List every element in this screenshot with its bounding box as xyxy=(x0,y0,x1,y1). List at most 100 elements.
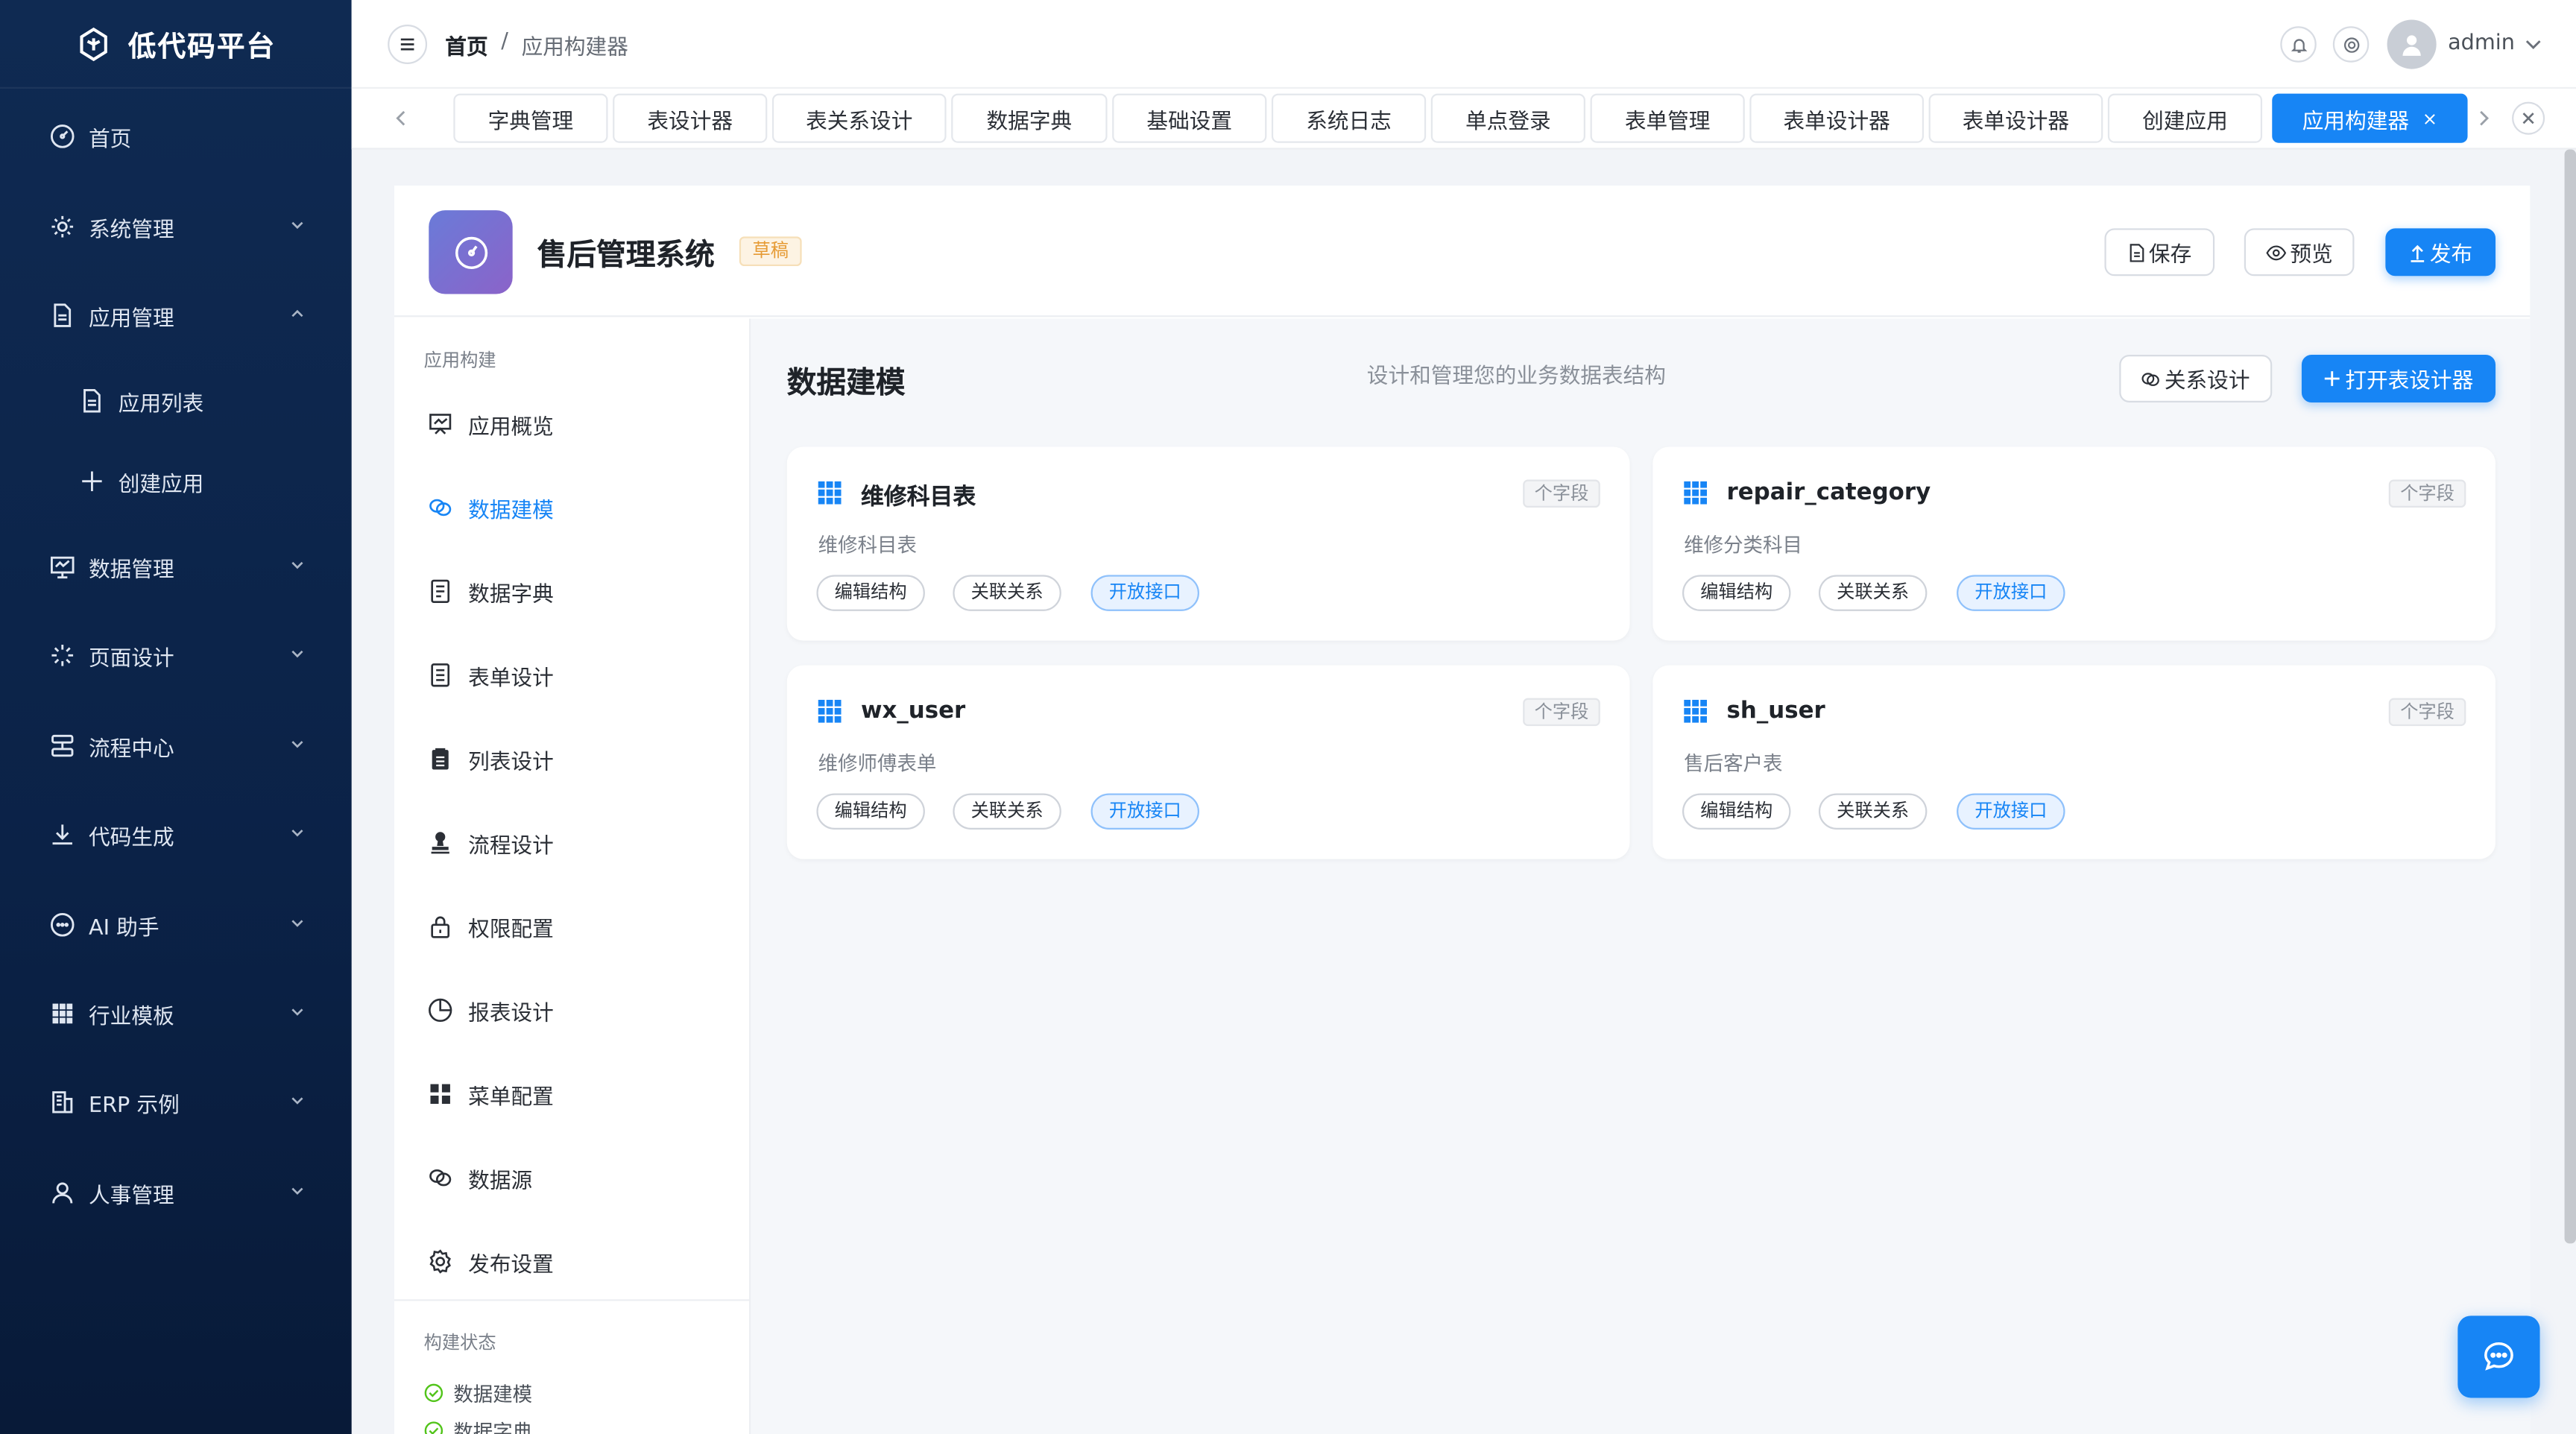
sidebar-item-label: 系统管理 xyxy=(89,218,174,243)
edit-structure-button[interactable]: 编辑结构 xyxy=(1682,793,1791,830)
notification-button[interactable] xyxy=(2280,26,2317,63)
chevron-up-icon xyxy=(289,306,306,322)
sidebar-item-create-app[interactable]: 创建应用 xyxy=(0,449,352,514)
sidebar-item-app-list[interactable]: 应用列表 xyxy=(0,368,352,434)
table-card[interactable]: wx_user 个字段 维修师傅表单 编辑结构 关联关系 开放接口 xyxy=(786,665,1630,859)
table-card[interactable]: 维修科目表 个字段 维修科目表 编辑结构 关联关系 开放接口 xyxy=(786,446,1630,641)
pie-chart-icon xyxy=(427,997,453,1023)
chevron-down-icon[interactable] xyxy=(2523,36,2542,52)
chat-icon xyxy=(49,912,75,938)
sidebar-item-data-management[interactable]: 数据管理 xyxy=(0,534,352,599)
sidebar-item-label: 应用管理 xyxy=(89,306,174,332)
tab-basic-settings[interactable]: 基础设置 xyxy=(1112,93,1267,143)
chevron-down-icon xyxy=(289,645,306,662)
tab-form-designer-2[interactable]: 表单设计器 xyxy=(1928,93,2103,143)
relations-button[interactable]: 关联关系 xyxy=(953,793,1061,830)
table-name: 维修科目表 xyxy=(860,484,976,511)
chat-support-button[interactable] xyxy=(2457,1315,2540,1398)
tab-app-builder[interactable]: 应用构建器 × xyxy=(2272,93,2468,143)
edit-structure-button[interactable]: 编辑结构 xyxy=(1682,575,1791,611)
sidebar-item-system[interactable]: 系统管理 xyxy=(0,194,352,259)
tab-dictionary[interactable]: 字典管理 xyxy=(453,93,608,143)
sidebar-item-code-gen[interactable]: 代码生成 xyxy=(0,802,352,868)
sidebar-item-erp-example[interactable]: ERP 示例 xyxy=(0,1070,352,1135)
username[interactable]: admin xyxy=(2448,31,2515,56)
sidebar-item-ai-assistant[interactable]: AI 助手 xyxy=(0,892,352,958)
nav-item-permissions[interactable]: 权限配置 xyxy=(427,902,723,951)
chevron-down-icon xyxy=(289,1093,306,1109)
gear-icon xyxy=(427,1248,453,1275)
preview-button[interactable]: 预览 xyxy=(2244,228,2355,277)
close-all-tabs-button[interactable] xyxy=(2512,101,2545,135)
sidebar-item-hr[interactable]: 人事管理 xyxy=(0,1160,352,1225)
nav-item-label: 权限配置 xyxy=(468,917,554,942)
open-api-button[interactable]: 开放接口 xyxy=(1090,575,1199,611)
open-api-button[interactable]: 开放接口 xyxy=(1090,793,1199,830)
relations-button[interactable]: 关联关系 xyxy=(1818,575,1928,611)
tabs-bar: 字典管理 表设计器 表关系设计 数据字典 基础设置 系统日志 单点登录 表单管理… xyxy=(351,89,2576,150)
section-subtitle: 设计和管理您的业务数据表结构 xyxy=(1366,364,1666,390)
open-table-designer-button[interactable]: 打开表设计器 xyxy=(2301,355,2496,402)
building-icon xyxy=(49,1089,75,1115)
nav-item-flow-design[interactable]: 流程设计 xyxy=(427,818,723,868)
nav-item-menu-config[interactable]: 菜单配置 xyxy=(427,1070,723,1119)
lock-icon xyxy=(427,913,453,939)
sidebar-item-label: 人事管理 xyxy=(89,1183,174,1208)
chevron-left-icon[interactable] xyxy=(394,108,408,127)
relations-button[interactable]: 关联关系 xyxy=(1818,793,1928,830)
save-button[interactable]: 保存 xyxy=(2104,228,2215,277)
chevron-down-icon xyxy=(289,1183,306,1199)
chevron-right-icon[interactable] xyxy=(2478,108,2491,127)
table-card[interactable]: repair_category 个字段 维修分类科目 编辑结构 关联关系 开放接… xyxy=(1652,446,2496,641)
open-api-button[interactable]: 开放接口 xyxy=(1957,575,2065,611)
tab-relation-design[interactable]: 表关系设计 xyxy=(771,93,947,143)
edit-structure-button[interactable]: 编辑结构 xyxy=(816,793,925,830)
nav-item-data-dictionary[interactable]: 数据字典 xyxy=(427,566,723,616)
brand-logo[interactable]: 低代码平台 xyxy=(0,0,352,89)
tab-create-app[interactable]: 创建应用 xyxy=(2107,93,2263,143)
close-icon[interactable]: × xyxy=(2422,107,2437,129)
tab-system-log[interactable]: 系统日志 xyxy=(1271,93,1427,143)
download-icon xyxy=(49,821,75,847)
nav-item-data-modeling[interactable]: 数据建模 xyxy=(427,483,723,532)
sidebar-item-app-management[interactable]: 应用管理 xyxy=(0,282,352,348)
user-icon xyxy=(49,1179,75,1205)
tab-label: 单点登录 xyxy=(1465,109,1551,134)
tab-form-designer[interactable]: 表单设计器 xyxy=(1749,93,1925,143)
nav-item-form-design[interactable]: 表单设计 xyxy=(427,651,723,700)
sidebar-item-workflow[interactable]: 流程中心 xyxy=(0,713,352,778)
tab-label: 字典管理 xyxy=(487,109,574,134)
bell-icon xyxy=(2289,35,2307,53)
table-name: sh_user xyxy=(1726,698,1825,724)
table-grid-icon xyxy=(818,699,842,723)
open-api-button[interactable]: 开放接口 xyxy=(1957,793,2065,830)
field-count-tag: 个字段 xyxy=(2388,698,2466,727)
tab-data-dictionary[interactable]: 数据字典 xyxy=(951,93,1108,143)
tab-form-management[interactable]: 表单管理 xyxy=(1590,93,1745,143)
table-card[interactable]: sh_user 个字段 售后客户表 编辑结构 关联关系 开放接口 xyxy=(1652,665,2496,859)
tab-sso[interactable]: 单点登录 xyxy=(1430,93,1585,143)
page-scrollbar[interactable] xyxy=(2564,149,2576,1244)
nav-item-overview[interactable]: 应用概览 xyxy=(427,399,723,449)
app-icon xyxy=(429,210,513,294)
relations-button[interactable]: 关联关系 xyxy=(953,575,1061,611)
nav-item-data-source[interactable]: 数据源 xyxy=(427,1153,723,1202)
sidebar-item-home[interactable]: 首页 xyxy=(0,104,352,169)
nav-item-report-design[interactable]: 报表设计 xyxy=(427,985,723,1035)
breadcrumb-home[interactable]: 首页 xyxy=(445,30,487,60)
divider xyxy=(394,1299,751,1301)
nav-item-publish-settings[interactable]: 发布设置 xyxy=(427,1237,723,1286)
sidebar-item-industry-templates[interactable]: 行业模板 xyxy=(0,981,352,1046)
menu-toggle-button[interactable] xyxy=(388,25,428,64)
tab-table-designer[interactable]: 表设计器 xyxy=(613,93,768,143)
edit-structure-button[interactable]: 编辑结构 xyxy=(816,575,925,611)
sidebar-item-page-design[interactable]: 页面设计 xyxy=(0,622,352,688)
nav-item-list-design[interactable]: 列表设计 xyxy=(427,734,723,783)
relation-design-button[interactable]: 关系设计 xyxy=(2119,355,2273,402)
tab-label: 数据字典 xyxy=(986,109,1073,134)
publish-button[interactable]: 发布 xyxy=(2385,228,2496,277)
settings-button[interactable] xyxy=(2332,26,2370,63)
nav-item-label: 列表设计 xyxy=(468,750,554,775)
tab-label: 表单设计器 xyxy=(1783,109,1890,134)
avatar[interactable] xyxy=(2387,19,2437,69)
